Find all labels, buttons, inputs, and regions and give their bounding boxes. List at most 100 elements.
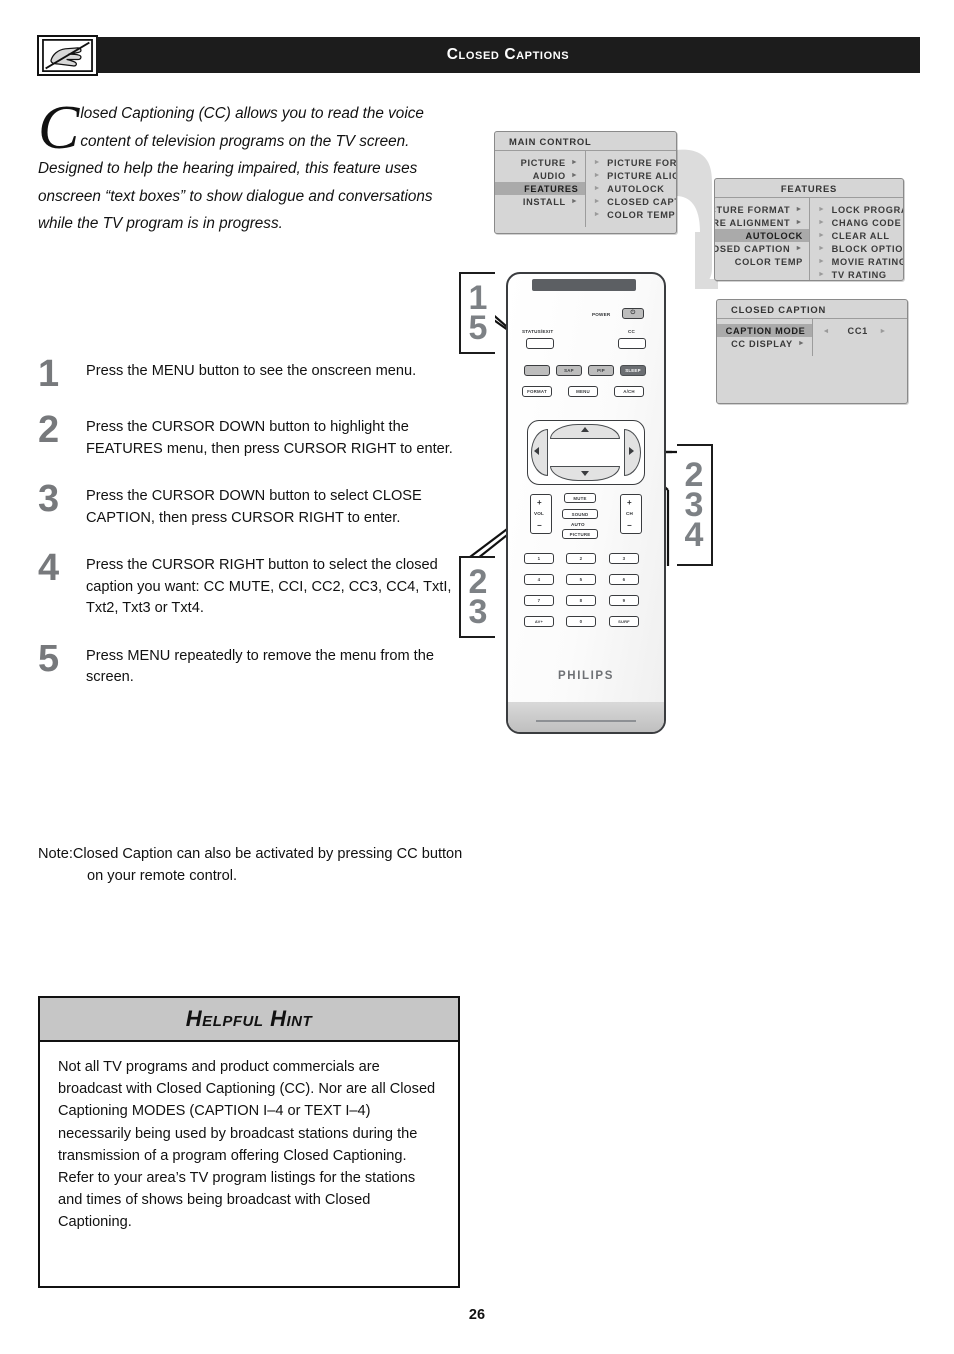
cursor-right-icon: [629, 447, 634, 455]
cursor-pad: [527, 420, 645, 485]
keypad-7[interactable]: 7: [524, 595, 554, 606]
keypad-8[interactable]: 8: [566, 595, 596, 606]
osd-subitem[interactable]: ► LOCK PROGRAM: [810, 203, 903, 216]
osd-left-column: PICTURE ► AUDIO ► FEATURES INSTALL ►: [495, 151, 586, 227]
volume-minus-icon: −: [537, 521, 542, 530]
remote-foot-line: [536, 720, 636, 722]
chevron-right-icon: ►: [570, 198, 579, 205]
keypad-av[interactable]: AV+: [524, 616, 554, 627]
channel-label: CH: [626, 511, 634, 516]
osd-right-column: ► PICTURE FORMAT ► PICTURE ALIGNMENT ► AUTO…: [586, 151, 677, 227]
sleep-button[interactable]: SLEEP: [620, 365, 646, 376]
sap-button[interactable]: SAP: [556, 365, 582, 376]
status-exit-label: STATUS/EXIT: [522, 329, 554, 334]
osd-item-features[interactable]: FEATURES: [495, 182, 585, 195]
osd-item-label: FEATURES: [524, 183, 579, 194]
a-ch-button[interactable]: A/CH: [614, 386, 644, 397]
osd-subitem[interactable]: ► AUTOLOCK: [586, 182, 677, 195]
unknown-button[interactable]: [524, 365, 550, 376]
remote-control-diagram: POWER ⏻ STATUS/EXIT CC SAP PIP SLEEP FOR…: [506, 272, 666, 734]
chevron-left-icon[interactable]: ◄: [823, 328, 831, 335]
osd-item-label: PICTURE FORMAT: [715, 204, 791, 215]
osd-value-row[interactable]: ◄ CC1 ►: [813, 324, 908, 336]
osd-item-label: CLOSED CAPTION: [715, 243, 791, 254]
cc-button[interactable]: [618, 338, 646, 349]
osd-title: FEATURES: [715, 179, 903, 198]
step-number: 3: [38, 478, 60, 520]
chevron-right-icon: ►: [797, 340, 806, 347]
step-number: 5: [38, 637, 60, 680]
sound-button[interactable]: SOUND: [562, 509, 598, 519]
osd-subitem[interactable]: ► COLOR TEMP: [586, 208, 677, 221]
callout-number: 5: [468, 309, 488, 347]
mute-button[interactable]: MUTE: [564, 493, 596, 503]
format-button[interactable]: FORMAT: [522, 386, 552, 397]
keypad-4[interactable]: 4: [524, 574, 554, 585]
keypad-surf[interactable]: SURF: [609, 616, 639, 627]
keypad-9[interactable]: 9: [609, 595, 639, 606]
osd-item-color-temp[interactable]: COLOR TEMP: [715, 255, 809, 268]
helpful-hint-title: Helpful Hint: [40, 998, 458, 1042]
pip-button[interactable]: PIP: [588, 365, 614, 376]
intro-text: losed Captioning (CC) allows you to read…: [38, 105, 433, 233]
brand-label: PHILIPS: [558, 670, 614, 682]
intro-paragraph: Closed Captioning (CC) allows you to rea…: [38, 97, 468, 238]
power-button[interactable]: ⏻: [622, 308, 644, 319]
osd-item-cc-display[interactable]: CC DISPLAY ►: [717, 337, 812, 350]
osd-subitem[interactable]: ► MOVIE RATING: [810, 255, 903, 268]
osd-item-label: BLOCK OPTION: [831, 243, 904, 254]
osd-right-column: ► LOCK PROGRAM ► CHANG CODE ► CLEAR ALL ► BL…: [810, 198, 904, 280]
keypad-3[interactable]: 3: [609, 553, 639, 564]
osd-subitem[interactable]: ► CLOSED CAPTION: [586, 195, 677, 208]
keypad-5[interactable]: 5: [566, 574, 596, 585]
osd-subitem[interactable]: ► TV RATING: [810, 268, 903, 280]
menu-button[interactable]: MENU: [568, 386, 598, 397]
osd-item-autolock[interactable]: AUTOLOCK: [715, 229, 809, 242]
manual-page: Closed Captions Closed Captioning (CC) a…: [0, 0, 954, 1354]
status-exit-button[interactable]: [526, 338, 554, 349]
keypad-6[interactable]: 6: [609, 574, 639, 585]
step-item: 1 Press the MENU button to see the onscr…: [38, 355, 468, 393]
osd-item-picture-format[interactable]: PICTURE FORMAT ►: [715, 203, 809, 216]
osd-subitem[interactable]: ► BLOCK OPTION: [810, 242, 904, 255]
step-text: Press MENU repeatedly to remove the menu…: [86, 647, 434, 686]
osd-item-install[interactable]: INSTALL ►: [495, 195, 585, 208]
chevron-right-icon: ►: [593, 198, 602, 205]
helpful-hint-body: Not all TV programs and product commerci…: [58, 1059, 436, 1231]
osd-item-label: CLEAR ALL: [831, 230, 890, 241]
chevron-right-icon: ►: [795, 206, 803, 213]
osd-subitem[interactable]: ► CHANG CODE: [810, 216, 903, 229]
ir-window: [532, 279, 636, 291]
osd-item-label: PICTURE ALIGNMENT: [607, 170, 676, 181]
osd-item-audio[interactable]: AUDIO ►: [495, 169, 585, 182]
chevron-right-icon: ►: [818, 245, 826, 252]
osd-item-caption-mode[interactable]: CAPTION MODE: [717, 324, 812, 337]
osd-item-label: CHANG CODE: [831, 217, 902, 228]
osd-item-picture-alignment[interactable]: PICTURE ALIGNMENT ►: [715, 216, 809, 229]
osd-title: CLOSED CAPTION: [717, 300, 907, 319]
keypad-1[interactable]: 1: [524, 553, 554, 564]
osd-item-label: AUDIO: [532, 170, 566, 181]
chevron-right-icon[interactable]: ►: [879, 328, 887, 335]
picture-button[interactable]: PICTURE: [562, 529, 598, 539]
osd-item-label: INSTALL: [522, 196, 566, 207]
osd-caption-mode-value: CC1: [847, 326, 868, 336]
channel-minus-icon: −: [627, 521, 632, 530]
step-item: 4 Press the CURSOR RIGHT button to selec…: [38, 549, 468, 620]
osd-subitem[interactable]: ► CLEAR ALL: [810, 229, 903, 242]
chevron-right-icon: ►: [818, 271, 826, 278]
osd-subitem[interactable]: ► PICTURE ALIGNMENT: [586, 169, 677, 182]
keypad-2[interactable]: 2: [566, 553, 596, 564]
osd-subitem[interactable]: ► PICTURE FORMAT: [586, 156, 677, 169]
step-number: 2: [38, 409, 60, 451]
keypad-0[interactable]: 0: [566, 616, 596, 627]
chevron-right-icon: ►: [593, 211, 602, 218]
osd-item-picture[interactable]: PICTURE ►: [495, 156, 585, 169]
volume-plus-icon: +: [537, 498, 542, 507]
osd-item-closed-caption[interactable]: CLOSED CAPTION ►: [715, 242, 809, 255]
osd-left-column: CAPTION MODE CC DISPLAY ►: [717, 319, 813, 356]
chevron-right-icon: ►: [593, 159, 602, 166]
osd-main-control: MAIN CONTROL PICTURE ► AUDIO ► FEATURES IN…: [494, 131, 677, 234]
helpful-hint-box: Helpful Hint Not all TV programs and pro…: [38, 996, 460, 1288]
osd-features: FEATURES PICTURE FORMAT ► PICTURE ALIGNME…: [714, 178, 904, 281]
